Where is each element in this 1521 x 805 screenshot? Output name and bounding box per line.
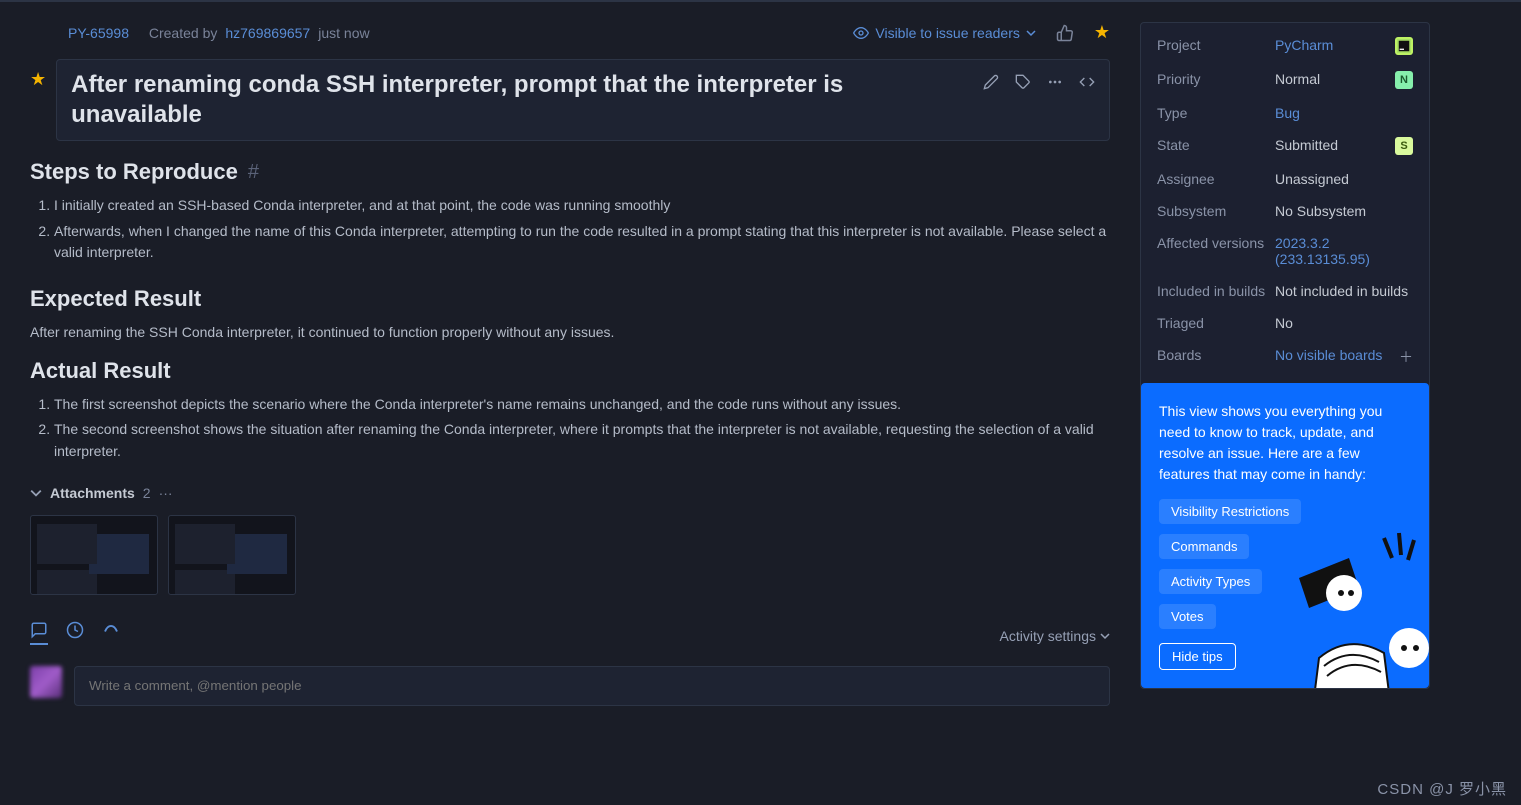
field-affected-versions[interactable]: Affected versions 2023.3.2 (233.13135.95… — [1157, 235, 1413, 267]
eye-icon — [853, 25, 869, 41]
field-priority[interactable]: Priority Normal N — [1157, 71, 1413, 89]
actual-heading: Actual Result — [30, 358, 171, 384]
field-state[interactable]: State Submitted S — [1157, 137, 1413, 155]
field-type[interactable]: Type Bug — [1157, 105, 1413, 121]
attachments-count: 2 — [143, 485, 151, 501]
comment-input[interactable] — [74, 666, 1110, 706]
tips-panel: This view shows you everything you need … — [1141, 383, 1429, 688]
watermark: CSDN @J 罗小黑 — [1377, 778, 1507, 799]
chevron-down-icon — [1026, 28, 1036, 38]
priority-badge: N — [1395, 71, 1413, 89]
work-tab-icon[interactable] — [102, 621, 120, 645]
expected-heading: Expected Result — [30, 286, 201, 312]
field-included-builds[interactable]: Included in builds Not included in build… — [1157, 283, 1413, 299]
more-icon[interactable] — [1047, 74, 1063, 90]
comment-tab-icon[interactable] — [30, 621, 48, 645]
title-star-icon[interactable]: ★ — [30, 69, 46, 90]
hide-tips-button[interactable]: Hide tips — [1159, 643, 1236, 670]
field-boards[interactable]: Boards No visible boards ＋ — [1157, 347, 1413, 367]
avatar — [30, 666, 62, 698]
vote-icon[interactable] — [1056, 24, 1074, 42]
step-item: I initially created an SSH-based Conda i… — [54, 195, 1110, 217]
actual-item: The second screenshot shows the situatio… — [54, 419, 1110, 462]
actual-item: The first screenshot depicts the scenari… — [54, 394, 1110, 416]
field-triaged[interactable]: Triaged No — [1157, 315, 1413, 331]
issue-id-link[interactable]: PY-65998 — [68, 25, 129, 41]
steps-heading: Steps to Reproduce — [30, 159, 238, 185]
tip-chip[interactable]: Activity Types — [1159, 569, 1262, 594]
expected-text: After renaming the SSH Conda interpreter… — [30, 322, 1110, 344]
tip-chip[interactable]: Commands — [1159, 534, 1249, 559]
tip-chip[interactable]: Votes — [1159, 604, 1216, 629]
code-icon[interactable] — [1079, 74, 1095, 90]
plus-icon[interactable]: ＋ — [1399, 347, 1413, 367]
tip-chip[interactable]: Visibility Restrictions — [1159, 499, 1301, 524]
tips-text: This view shows you everything you need … — [1159, 401, 1411, 485]
hash-icon: # — [248, 161, 259, 184]
attachments-label[interactable]: Attachments — [50, 485, 135, 501]
attachment-thumb[interactable] — [168, 515, 296, 595]
edit-icon[interactable] — [983, 74, 999, 90]
field-subsystem[interactable]: Subsystem No Subsystem — [1157, 203, 1413, 219]
visibility-dropdown[interactable]: Visible to issue readers — [853, 25, 1035, 41]
field-assignee[interactable]: Assignee Unassigned — [1157, 171, 1413, 187]
attachment-thumb[interactable] — [30, 515, 158, 595]
chevron-down-icon[interactable] — [30, 487, 42, 499]
created-time: just now — [318, 25, 369, 41]
history-tab-icon[interactable] — [66, 621, 84, 645]
more-icon[interactable]: ··· — [159, 485, 173, 501]
created-by-label: Created by — [149, 25, 217, 41]
star-icon[interactable]: ★ — [1094, 22, 1110, 43]
field-project[interactable]: Project PyCharm — [1157, 37, 1413, 55]
step-item: Afterwards, when I changed the name of t… — [54, 221, 1110, 264]
author-link[interactable]: hz769869657 — [225, 25, 310, 41]
pycharm-icon — [1395, 37, 1413, 55]
tag-icon[interactable] — [1015, 74, 1031, 90]
activity-settings-dropdown[interactable]: Activity settings — [1000, 628, 1110, 644]
state-badge: S — [1395, 137, 1413, 155]
chevron-down-icon — [1100, 631, 1110, 641]
issue-title[interactable]: After renaming conda SSH interpreter, pr… — [71, 70, 971, 130]
